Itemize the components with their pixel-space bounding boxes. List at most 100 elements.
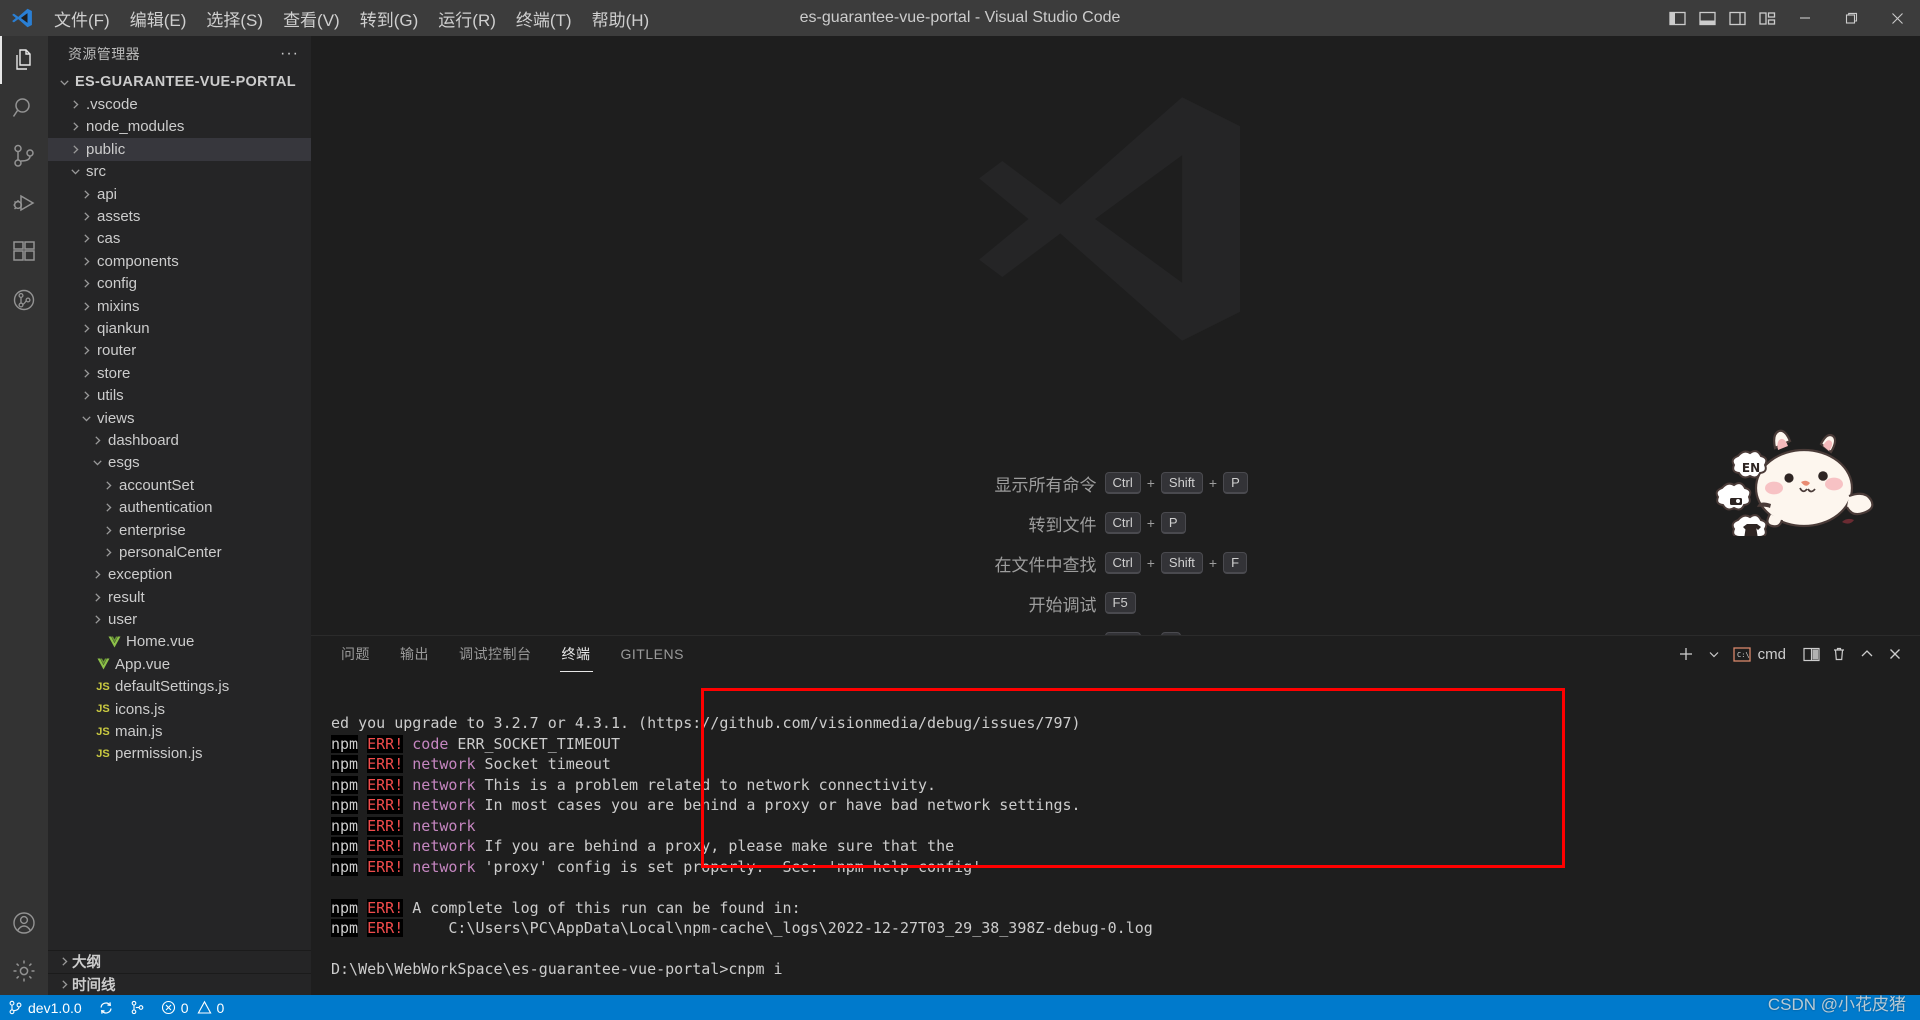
keycap: P <box>1223 472 1248 494</box>
new-terminal-button[interactable] <box>1673 641 1699 667</box>
tree-item-mixins[interactable]: mixins <box>48 295 311 317</box>
activity-gitlens[interactable] <box>0 276 48 324</box>
activity-search[interactable] <box>0 84 48 132</box>
maximize-button[interactable] <box>1828 0 1874 36</box>
chevron-down-icon <box>67 166 83 177</box>
tree-item-components[interactable]: components <box>48 250 311 272</box>
status-problems[interactable]: 0 0 <box>153 995 233 1020</box>
close-panel-icon[interactable] <box>1882 641 1908 667</box>
menu-view[interactable]: 查看(V) <box>273 0 350 36</box>
terminal-token: npm <box>331 919 359 937</box>
tree-item-icons-js[interactable]: JS icons.js <box>48 698 311 720</box>
activity-source-control[interactable] <box>0 132 48 180</box>
tree-item-utils[interactable]: utils <box>48 384 311 406</box>
tree-item-label: enterprise <box>119 521 186 539</box>
tree-item-accountSet[interactable]: accountSet <box>48 474 311 496</box>
customize-layout-icon[interactable] <box>1752 0 1782 36</box>
menu-edit[interactable]: 编辑(E) <box>120 0 197 36</box>
tree-item-personalCenter[interactable]: personalCenter <box>48 541 311 563</box>
tree-item-result[interactable]: result <box>48 586 311 608</box>
activity-bar <box>0 36 48 995</box>
new-terminal-dropdown-icon[interactable] <box>1701 641 1727 667</box>
terminal-line: npm ERR! network In most cases you are b… <box>331 795 1920 816</box>
kill-terminal-icon[interactable] <box>1826 641 1852 667</box>
tree-item-exception[interactable]: exception <box>48 564 311 586</box>
terminal-shell-selector[interactable]: C:\ cmd <box>1729 646 1796 663</box>
menu-run[interactable]: 运行(R) <box>428 0 506 36</box>
tree-item-assets[interactable]: assets <box>48 205 311 227</box>
toggle-panel-icon[interactable] <box>1692 0 1722 36</box>
tree-item-views[interactable]: views <box>48 407 311 429</box>
panel-tab-output[interactable]: 输出 <box>390 636 439 672</box>
tree-item-public[interactable]: public <box>48 138 311 161</box>
tree-item-src[interactable]: src <box>48 161 311 183</box>
tree-root-es-guarantee-vue-portal[interactable]: ES-GUARANTEE-VUE-PORTAL <box>48 71 311 93</box>
tree-item-store[interactable]: store <box>48 362 311 384</box>
panel-tab-terminal[interactable]: 终端 <box>552 636 601 672</box>
menu-selection[interactable]: 选择(S) <box>196 0 273 36</box>
toggle-primary-sidebar-icon[interactable] <box>1662 0 1692 36</box>
menu-file[interactable]: 文件(F) <box>44 0 120 36</box>
tree-item-authentication[interactable]: authentication <box>48 496 311 518</box>
sidebar-section-outline[interactable]: 大纲 <box>48 950 311 972</box>
toggle-secondary-sidebar-icon[interactable] <box>1722 0 1752 36</box>
bottom-panel: 问题 输出 调试控制台 终端 GITLENS C:\ cmd ed you up… <box>311 635 1920 995</box>
tree-item-esgs[interactable]: esgs <box>48 452 311 474</box>
chevron-right-icon <box>67 99 83 110</box>
panel-tab-problems[interactable]: 问题 <box>331 636 380 672</box>
terminal-token: Socket timeout <box>475 755 611 773</box>
activity-accounts[interactable] <box>0 899 48 947</box>
menu-terminal[interactable]: 终端(T) <box>506 0 582 36</box>
tree-item-user[interactable]: user <box>48 608 311 630</box>
tree-item-router[interactable]: router <box>48 340 311 362</box>
sidebar: 资源管理器 ··· ES-GUARANTEE-VUE-PORTAL .vscode… <box>48 36 311 995</box>
tree-item-Home-vue[interactable]: Home.vue <box>48 631 311 653</box>
tree-item--vscode[interactable]: .vscode <box>48 93 311 115</box>
sidebar-more-actions-icon[interactable]: ··· <box>280 45 299 63</box>
split-terminal-icon[interactable] <box>1798 641 1824 667</box>
tree-item-label: public <box>86 140 126 158</box>
close-button[interactable] <box>1874 0 1920 36</box>
tree-item-cas[interactable]: cas <box>48 228 311 250</box>
activity-extensions[interactable] <box>0 228 48 276</box>
tree-item-qiankun[interactable]: qiankun <box>48 317 311 339</box>
status-sync[interactable] <box>90 995 122 1020</box>
tree-item-permission-js[interactable]: JS permission.js <box>48 743 311 765</box>
tree-item-dashboard[interactable]: dashboard <box>48 429 311 451</box>
chevron-right-icon <box>78 301 94 312</box>
tree-item-defaultSettings-js[interactable]: JS defaultSettings.js <box>48 676 311 698</box>
panel-tab-debug-console[interactable]: 调试控制台 <box>449 636 542 672</box>
status-branch[interactable]: dev1.0.0 <box>0 995 90 1020</box>
terminal-line: npm ERR! network This is a problem relat… <box>331 775 1920 796</box>
tree-item-label: cas <box>97 230 121 248</box>
tree-item-node_modules[interactable]: node_modules <box>48 116 311 138</box>
key-plus-separator: + <box>1208 475 1218 491</box>
activity-settings[interactable] <box>0 947 48 995</box>
file-tree[interactable]: ES-GUARANTEE-VUE-PORTAL .vscode node_modul… <box>48 71 311 950</box>
terminal-token: npm <box>331 775 359 794</box>
tree-item-label: src <box>86 163 106 181</box>
panel-tab-gitlens[interactable]: GITLENS <box>611 636 694 672</box>
tree-item-main-js[interactable]: JS main.js <box>48 720 311 742</box>
minimize-button[interactable] <box>1782 0 1828 36</box>
activity-run-debug[interactable] <box>0 180 48 228</box>
shortcut-keys: Ctrl + Shift + F <box>1104 552 1265 574</box>
terminal-token: npm <box>331 857 359 876</box>
maximize-panel-icon[interactable] <box>1854 641 1880 667</box>
tree-item-App-vue[interactable]: App.vue <box>48 653 311 675</box>
tree-item-config[interactable]: config <box>48 273 311 295</box>
activity-explorer[interactable] <box>0 36 48 84</box>
status-warning-count: 0 <box>216 999 225 1016</box>
terminal-output[interactable]: ed you upgrade to 3.2.7 or 4.3.1. (https… <box>311 672 1920 995</box>
menu-go[interactable]: 转到(G) <box>350 0 429 36</box>
sidebar-section-timeline[interactable]: 时间线 <box>48 972 311 995</box>
shortcut-keys: Ctrl+` <box>1104 632 1265 635</box>
tree-item-enterprise[interactable]: enterprise <box>48 519 311 541</box>
tree-item-api[interactable]: api <box>48 183 311 205</box>
terminal-icon: C:\ <box>1733 646 1751 662</box>
menu-help[interactable]: 帮助(H) <box>582 0 660 36</box>
status-gitlens[interactable] <box>122 995 153 1020</box>
